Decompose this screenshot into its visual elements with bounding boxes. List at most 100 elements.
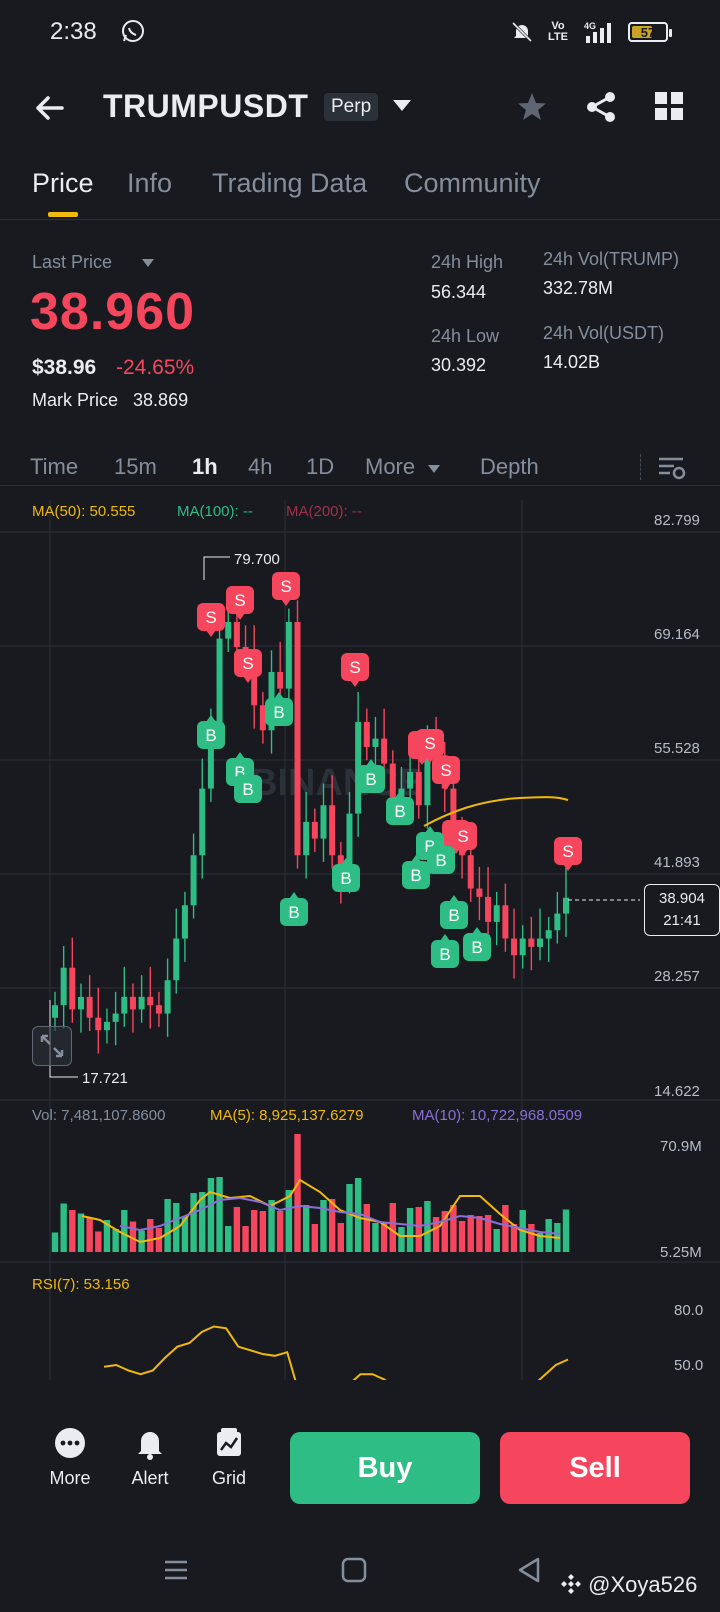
candle-body: [511, 938, 518, 956]
candle-body: [467, 855, 474, 889]
volume-bar: [112, 1229, 119, 1252]
marker-label: B: [340, 869, 351, 888]
price-axis-label: 14.622: [654, 1083, 700, 1100]
share-icon[interactable]: [584, 90, 618, 124]
price-axis-label: 28.257: [654, 968, 700, 985]
recent-apps-icon[interactable]: [160, 1554, 192, 1586]
tab-community[interactable]: Community: [404, 168, 541, 199]
volume-bar: [95, 1231, 102, 1252]
back-icon[interactable]: [514, 1554, 546, 1586]
alert-button[interactable]: Alert: [110, 1426, 190, 1489]
marker-label: S: [424, 734, 435, 753]
marker-label: B: [242, 780, 253, 799]
volume-bar: [424, 1201, 431, 1252]
last-price-label[interactable]: Last Price: [32, 252, 112, 273]
bottom-action-bar: More Alert Grid Buy Sell: [0, 1412, 720, 1512]
candle-body: [502, 905, 509, 939]
ma100-legend: MA(100): --: [177, 503, 253, 520]
volume-bar: [121, 1210, 128, 1252]
volume-axis-label: 5.25M: [660, 1244, 702, 1261]
volume-bar: [285, 1190, 293, 1252]
sell-button[interactable]: Sell: [500, 1432, 690, 1504]
home-icon[interactable]: [338, 1554, 370, 1586]
marker-label: B: [273, 703, 284, 722]
tab-info[interactable]: Info: [127, 168, 172, 199]
rsi-line: [103, 1325, 569, 1380]
volume-bar: [190, 1193, 197, 1252]
sell-marker: S: [554, 837, 582, 871]
candle-body: [216, 638, 223, 722]
more-button[interactable]: More: [30, 1426, 110, 1489]
expand-icon: [40, 1034, 64, 1058]
vol-usdt-label: 24h Vol(USDT): [543, 323, 665, 343]
candle-body: [545, 930, 552, 939]
grid-button[interactable]: Grid: [189, 1426, 269, 1489]
battery-icon: 57: [628, 22, 672, 42]
interval-depth[interactable]: Depth: [480, 454, 539, 480]
vol-trump-value: 332.78M: [543, 278, 614, 298]
interval-15m[interactable]: 15m: [114, 454, 157, 480]
marker-label: B: [439, 945, 450, 964]
interval-time[interactable]: Time: [30, 454, 78, 480]
candle-body: [181, 905, 188, 939]
volume-bar: [276, 1211, 284, 1252]
buy-marker: B: [463, 927, 491, 961]
candle-body: [363, 721, 370, 747]
marker-label: S: [440, 761, 451, 780]
price-chart[interactable]: BINANCE 79.700 17.721 SSSSSSSSSSSBBBBBBB…: [0, 490, 720, 1380]
more-label: More: [49, 1468, 91, 1488]
price-axis-label: 82.799: [654, 512, 700, 529]
candle-body: [121, 996, 128, 1014]
volume-bar: [51, 1232, 59, 1252]
vol-ma10-legend: MA(10): 10,722,968.0509: [412, 1107, 583, 1124]
candle-body: [112, 1013, 119, 1022]
low-marker-label: 17.721: [82, 1070, 128, 1087]
more-dropdown-icon[interactable]: [428, 465, 440, 473]
last-price-dropdown-icon[interactable]: [142, 259, 154, 267]
vol-usdt-value: 14.02B: [543, 352, 601, 372]
candle-body: [199, 788, 206, 856]
candle-body: [311, 821, 318, 839]
tab-trading-data[interactable]: Trading Data: [212, 168, 367, 199]
last-price: 38.960: [30, 283, 196, 341]
marker-label: S: [280, 577, 291, 596]
sell-marker: S: [432, 756, 460, 790]
candle-body: [493, 905, 500, 922]
expand-chart-button[interactable]: [32, 1026, 72, 1066]
buy-marker: B: [431, 934, 459, 968]
marker-label: B: [288, 903, 299, 922]
candle-body: [329, 805, 336, 856]
rsi-legend: RSI(7): 53.156: [32, 1276, 130, 1293]
high-marker-label: 79.700: [234, 551, 280, 568]
rsi-axis-label: 80.0: [674, 1302, 704, 1319]
mute-icon: [511, 21, 533, 43]
candle-body: [485, 896, 492, 922]
star-icon[interactable]: [515, 90, 549, 124]
candle-body: [476, 888, 483, 897]
volume-bars: [51, 1134, 570, 1252]
back-arrow-icon[interactable]: [32, 90, 68, 126]
volume-bar: [311, 1224, 319, 1252]
high-24h-label: 24h High: [431, 252, 504, 272]
buy-button[interactable]: Buy: [290, 1432, 480, 1504]
chevron-down-icon[interactable]: [393, 100, 411, 111]
grid-menu-icon[interactable]: [654, 91, 684, 121]
volume-bar: [562, 1209, 570, 1252]
interval-1d[interactable]: 1D: [306, 454, 334, 480]
chart-settings-icon[interactable]: [656, 452, 686, 482]
volume-bar: [233, 1207, 241, 1252]
more-dots-icon: [55, 1428, 85, 1458]
tab-price[interactable]: Price: [32, 168, 94, 199]
volume-bar: [60, 1203, 67, 1252]
volume-bar: [467, 1215, 474, 1252]
ma50-legend: MA(50): 50.555: [32, 503, 136, 520]
interval-4h[interactable]: 4h: [248, 454, 272, 480]
symbol-title[interactable]: TRUMPUSDT: [103, 88, 308, 125]
volume-bar: [502, 1205, 509, 1252]
interval-more[interactable]: More: [365, 454, 415, 480]
interval-1h[interactable]: 1h: [192, 454, 218, 480]
volume-bar: [476, 1216, 483, 1252]
mark-price-value: 38.869: [133, 390, 189, 410]
volte-label: Vo LTE: [548, 20, 568, 43]
volume-bar: [147, 1219, 154, 1252]
